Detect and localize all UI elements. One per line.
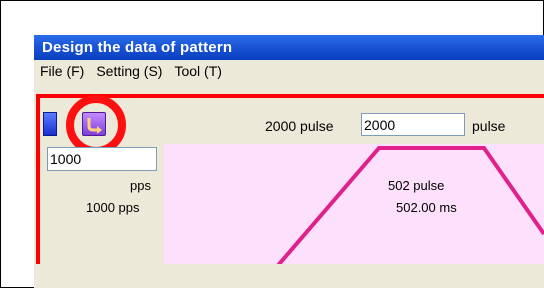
blue-tool-icon[interactable] — [43, 112, 57, 136]
speed-input[interactable] — [47, 147, 157, 171]
highlight-circle — [66, 95, 126, 155]
menu-setting[interactable]: Setting (S) — [96, 63, 162, 79]
speed-unit-label: pps — [130, 178, 151, 193]
graph-time-label: 502.00 ms — [396, 200, 457, 215]
speed-display: 1000 pps — [86, 200, 140, 215]
pulse-unit-label: pulse — [472, 118, 506, 134]
menu-bar: File (F) Setting (S) Tool (T) — [34, 60, 544, 82]
graph-pulse-label: 502 pulse — [388, 178, 445, 193]
menu-tool[interactable]: Tool (T) — [174, 63, 221, 79]
pulse-input[interactable] — [361, 113, 465, 136]
window-title: Design the data of pattern — [34, 35, 544, 60]
menu-file[interactable]: File (F) — [40, 63, 84, 79]
pulse-label: 2000 pulse — [265, 118, 334, 134]
